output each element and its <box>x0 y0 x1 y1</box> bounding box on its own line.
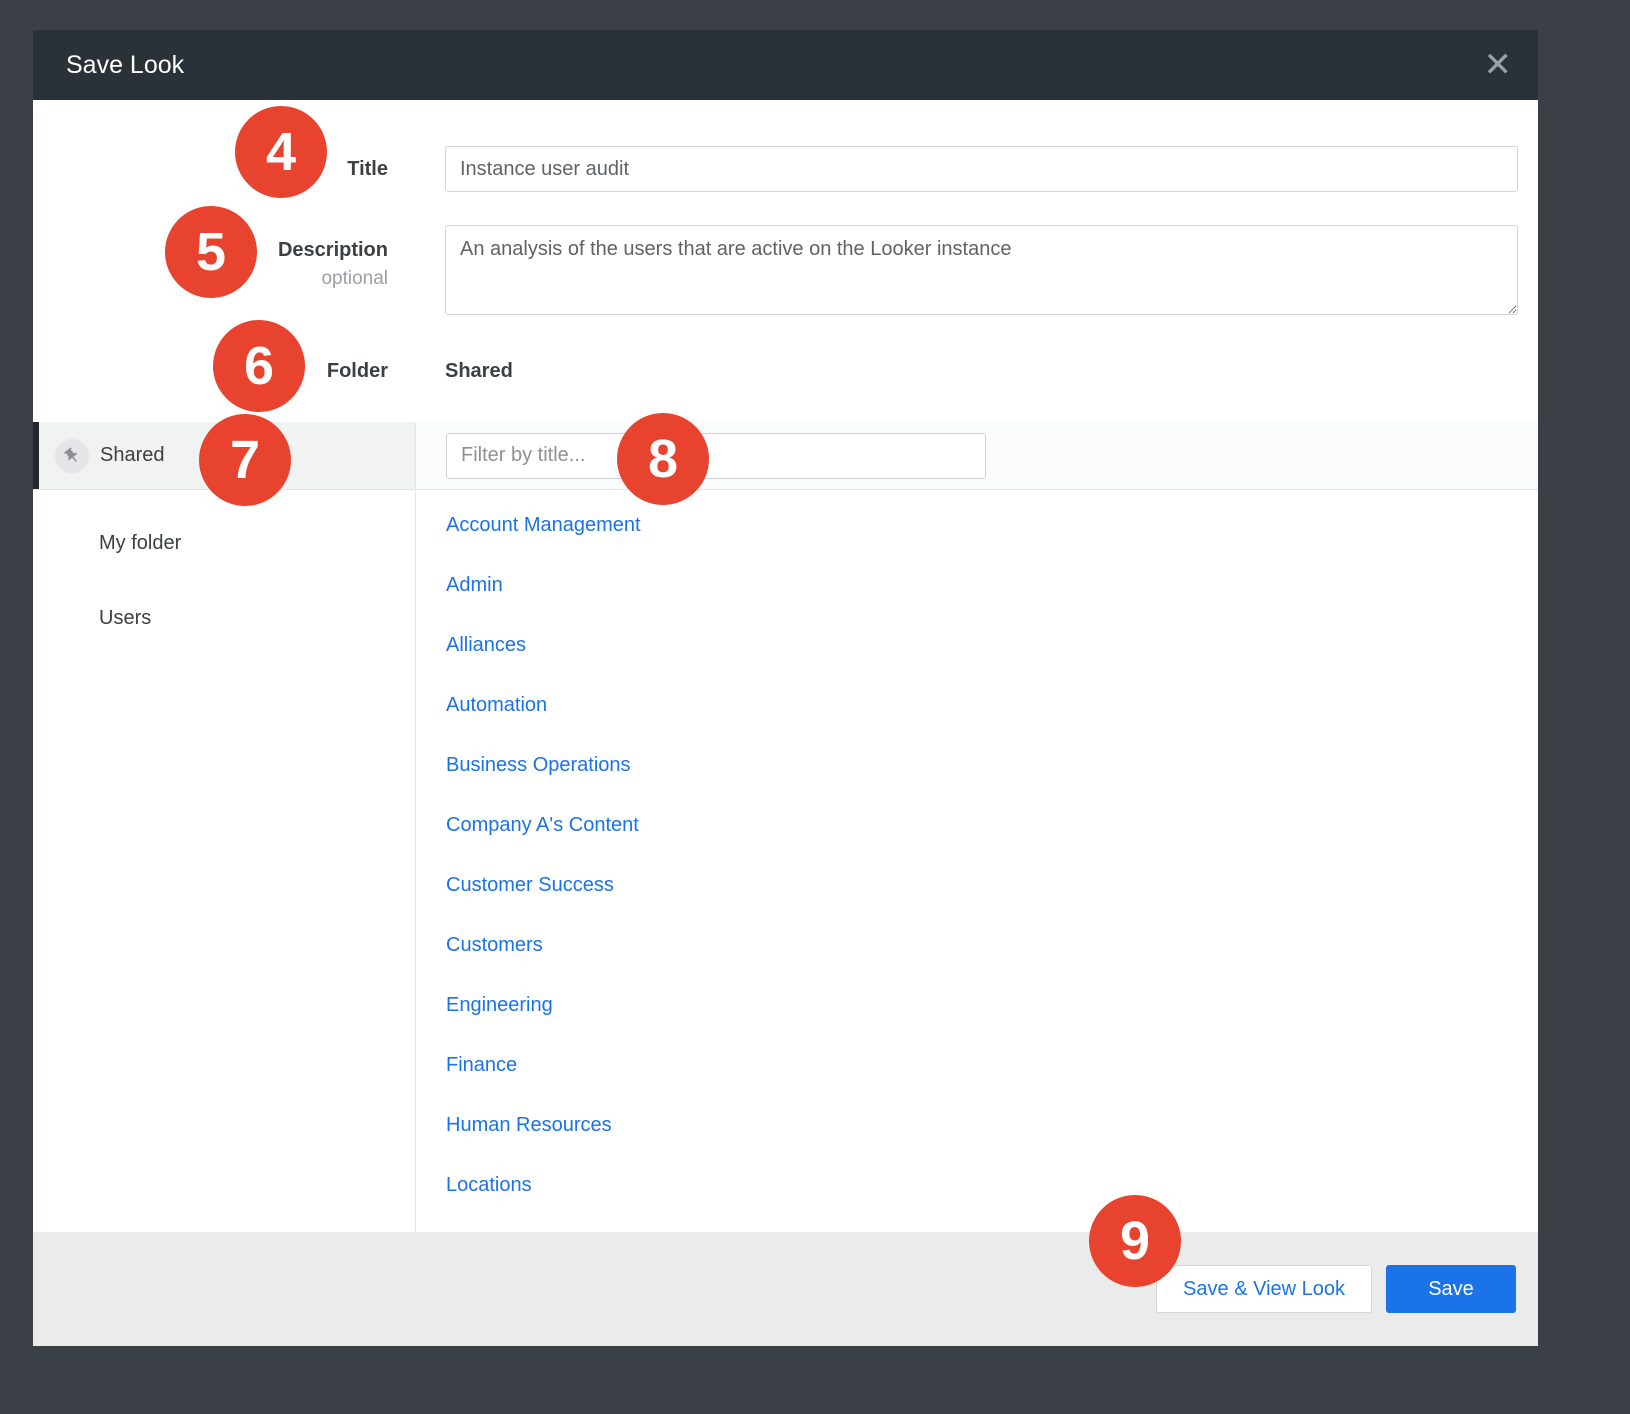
folder-link[interactable]: Locations <box>446 1174 532 1197</box>
modal-title: Save Look <box>66 51 184 80</box>
folder-link[interactable]: Human Resources <box>446 1114 612 1137</box>
filter-input[interactable] <box>446 433 986 479</box>
pin-icon <box>55 439 89 473</box>
folder-link[interactable]: Automation <box>446 694 547 717</box>
close-icon[interactable]: ✕ <box>1484 48 1513 82</box>
save-button[interactable]: Save <box>1386 1265 1516 1313</box>
folder-link[interactable]: Company A's Content <box>446 814 639 837</box>
folder-label: Folder <box>327 360 388 382</box>
save-look-modal: Save Look ✕ Title Description optional A… <box>33 30 1538 1346</box>
folder-value: Shared <box>445 360 513 383</box>
title-label: Title <box>347 158 388 180</box>
annotation-6: 6 <box>213 320 305 412</box>
folder-link[interactable]: Alliances <box>446 634 526 657</box>
modal-header: Save Look ✕ <box>33 30 1538 100</box>
sidebar-item-my-folder[interactable]: My folder <box>33 506 415 581</box>
folder-link[interactable]: Account Management <box>446 514 641 537</box>
title-input[interactable] <box>445 146 1518 192</box>
folder-link[interactable]: Customer Success <box>446 874 614 897</box>
folder-link[interactable]: Business Operations <box>446 754 631 777</box>
sidebar-item-users[interactable]: Users <box>33 581 415 656</box>
save-and-view-look-button[interactable]: Save & View Look <box>1156 1265 1372 1313</box>
folder-link[interactable]: Finance <box>446 1054 517 1077</box>
annotation-9: 9 <box>1089 1195 1181 1287</box>
description-row: Description optional An analysis of the … <box>33 225 1518 315</box>
folder-link[interactable]: Engineering <box>446 994 553 1017</box>
annotation-5: 5 <box>165 206 257 298</box>
modal-footer: Save & View Look Save <box>33 1232 1538 1346</box>
selected-indicator-bar <box>33 422 39 489</box>
folder-browser: Shared My folder Users Account Managemen… <box>33 422 1538 1232</box>
folder-sidebar: My folder Users <box>33 490 415 1232</box>
sidebar-item-label: Shared <box>100 444 165 467</box>
annotation-7: 7 <box>199 414 291 506</box>
folder-link[interactable]: Customers <box>446 934 543 957</box>
folder-link[interactable]: Admin <box>446 574 503 597</box>
annotation-4: 4 <box>235 106 327 198</box>
description-input[interactable]: An analysis of the users that are active… <box>445 225 1518 315</box>
annotation-8: 8 <box>617 413 709 505</box>
folder-list: Account Management Admin Alliances Autom… <box>415 490 1538 1232</box>
filter-bar <box>415 422 1538 490</box>
